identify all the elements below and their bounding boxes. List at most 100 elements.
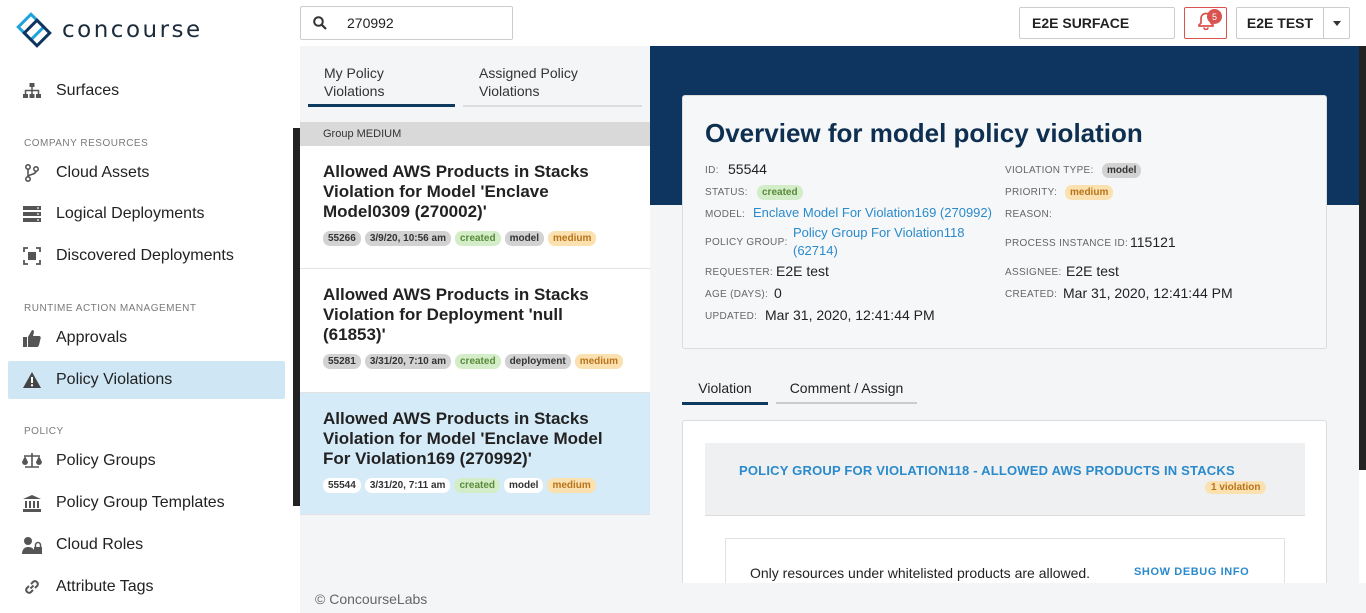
tab-label-line1: My Policy [324,65,384,81]
sidebar-item-discovered-deployments[interactable]: Discovered Deployments [8,237,285,275]
sidebar-item-label: Attribute Tags [56,578,154,595]
sidebar-item-label: Policy Violations [56,371,173,388]
violation-id-badge: 55544 [323,478,361,493]
status-badge: created [454,354,501,369]
link-icon [22,577,42,597]
tab-label-line2: Violations [479,83,540,99]
priority-badge: medium [547,478,596,493]
violation-card-title: Allowed AWS Products in Stacks Violation… [323,162,589,221]
notifications-button[interactable]: 5 [1184,7,1227,39]
tab-assigned-policy-violations[interactable]: Assigned Policy Violations [463,64,642,107]
sidebar-item-cloud-assets[interactable]: Cloud Assets [8,154,285,192]
footer: © ConcourseLabs [300,583,1366,613]
search-icon[interactable] [301,16,339,30]
violation-card-title: Allowed AWS Products in Stacks Violation… [323,409,603,468]
field-label-age: AGE (DAYS): [705,289,769,300]
sidebar-item-label: Logical Deployments [56,205,205,222]
field-value-process-instance-id: 115121 [1130,234,1176,250]
type-badge: deployment [504,354,571,369]
sidebar-item-attribute-tags[interactable]: Attribute Tags [8,568,285,606]
field-label-updated: UPDATED: [705,311,758,322]
field-label-model: MODEL: [705,209,746,220]
user-name[interactable]: E2E TEST [1237,8,1324,38]
violation-detail-panel: Overview for model policy violation ID: … [650,46,1359,583]
date-badge: 3/9/20, 10:56 am [364,231,451,246]
sidebar-item-label: Discovered Deployments [56,247,234,264]
caret-down-icon[interactable] [1324,20,1349,26]
section-title-runtime: RUNTIME ACTION MANAGEMENT [24,303,197,314]
sidebar-item-policy-group-templates[interactable]: Policy Group Templates [8,484,285,522]
copyright-text: © ConcourseLabs [315,591,428,607]
notification-count-badge: 5 [1207,9,1222,24]
tab-label-line1: Assigned Policy [479,65,578,81]
field-label-policy-group: POLICY GROUP: [705,237,788,248]
field-label-status: STATUS: [705,187,748,198]
tab-my-policy-violations[interactable]: My Policy Violations [308,64,455,107]
sidebar-item-cloud-roles[interactable]: Cloud Roles [8,526,285,564]
tab-label-line2: Violations [324,83,385,99]
type-badge: model [504,478,544,493]
sidebar: concourse Surfaces COMPANY RESOURCES Clo… [0,0,300,613]
field-label-assignee: ASSIGNEE: [1005,267,1062,278]
user-lock-icon [22,535,42,555]
branch-icon [22,163,42,183]
sidebar-scrollbar[interactable] [293,128,300,506]
policy-group-link[interactable]: Policy Group For Violation118 (62714) [793,224,965,260]
bank-icon [22,493,42,513]
sidebar-item-approvals[interactable]: Approvals [8,319,285,357]
show-debug-info-link[interactable]: SHOW DEBUG INFO [1134,566,1249,578]
user-menu[interactable]: E2E TEST [1236,7,1350,39]
sidebar-item-policy-violations[interactable]: Policy Violations [8,361,285,399]
sidebar-item-label: Surfaces [56,82,120,99]
field-value-updated: Mar 31, 2020, 12:41:44 PM [765,307,935,323]
field-label-id: ID: [705,165,719,176]
brand-logo[interactable]: concourse [16,12,203,48]
page-scrollbar[interactable] [1359,46,1366,470]
tab-violation[interactable]: Violation [682,380,768,405]
search-box[interactable] [300,6,513,40]
model-link[interactable]: Enclave Model For Violation169 (270992) [753,204,992,222]
concourse-logo-icon [16,12,52,48]
field-label-created: CREATED: [1005,289,1058,300]
field-label-priority: PRIORITY: [1005,187,1058,198]
thumbs-up-icon [22,328,42,348]
sidebar-item-label: Approvals [56,329,128,346]
status-badge: created [454,231,501,246]
violation-id-badge: 55266 [323,231,361,246]
sidebar-item-surfaces[interactable]: Surfaces [8,72,285,110]
sidebar-item-logical-deployments[interactable]: Logical Deployments [8,195,285,233]
surface-selector[interactable]: E2E SURFACE [1019,7,1175,39]
field-value-id: 55544 [728,161,767,177]
warning-icon [22,370,42,390]
tab-comment-assign[interactable]: Comment / Assign [776,380,917,404]
section-title-company-resources: COMPANY RESOURCES [24,138,149,149]
field-label-reason: REASON: [1005,209,1053,220]
date-badge: 3/31/20, 7:11 am [364,478,451,493]
field-value-requester: E2E test [776,263,829,279]
violation-card[interactable]: Allowed AWS Products in Stacks Violation… [300,146,650,269]
section-title-policy: POLICY [24,426,64,437]
sidebar-item-policy-groups[interactable]: Policy Groups [8,442,285,480]
violations-list-panel: My Policy Violations Assigned Policy Vio… [300,46,650,583]
field-value-status: created [757,185,803,200]
policy-group-link-line1: Policy Group For Violation118 [793,225,965,240]
violation-count-badge: 1 violation [1205,481,1267,494]
field-label-process-instance-id: PROCESS INSTANCE ID: [1005,238,1129,249]
violation-card-selected[interactable]: Allowed AWS Products in Stacks Violation… [300,393,650,515]
policy-group-link-line2: (62714) [793,243,838,258]
overview-title: Overview for model policy violation [705,118,1143,148]
search-input[interactable] [347,15,497,31]
field-value-created: Mar 31, 2020, 12:41:44 PM [1063,285,1233,301]
field-value-priority: medium [1065,185,1114,200]
date-badge: 3/31/20, 7:10 am [364,354,451,369]
scale-icon [22,451,42,471]
type-badge: model [504,231,545,246]
field-label-violation-type: VIOLATION TYPE: [1005,165,1094,176]
field-value-assignee: E2E test [1066,263,1119,279]
sidebar-item-label: Policy Group Templates [56,494,225,511]
violation-card[interactable]: Allowed AWS Products in Stacks Violation… [300,269,650,393]
field-value-age: 0 [774,285,782,301]
brand-name: concourse [62,17,203,43]
policy-group-title[interactable]: POLICY GROUP FOR VIOLATION118 - ALLOWED … [739,463,1235,478]
violation-card-title: Allowed AWS Products in Stacks Violation… [323,285,589,344]
